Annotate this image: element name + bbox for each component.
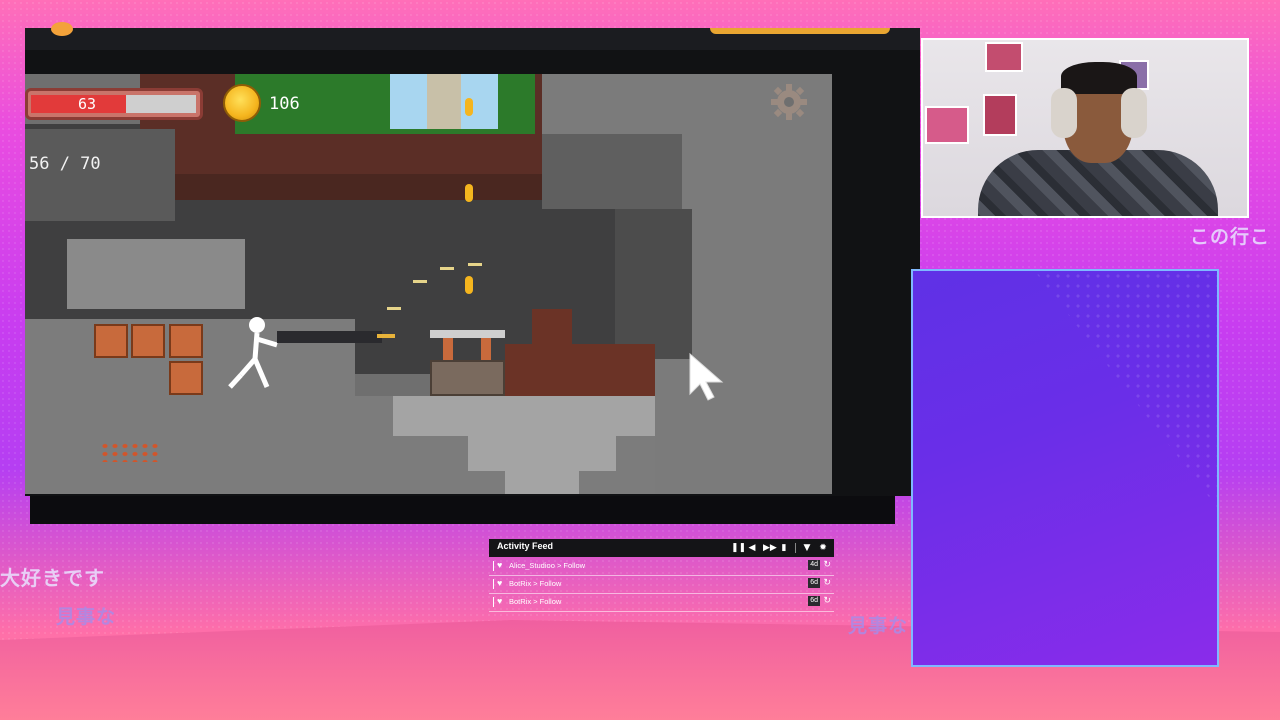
activity-age: 6d <box>808 578 820 588</box>
activity-text: Alice_Studioo > Follow <box>509 561 586 570</box>
stone-block <box>542 134 682 209</box>
ore-deposit <box>100 442 160 462</box>
tree-trunk <box>427 74 461 129</box>
health-bar-empty <box>126 95 196 113</box>
stone-block <box>25 129 175 221</box>
panel-pattern <box>1034 271 1217 508</box>
gear-icon[interactable]: ✹ <box>818 542 828 554</box>
activity-age: 6d <box>808 596 820 606</box>
stone-block <box>615 209 692 359</box>
bullet <box>413 280 427 283</box>
post <box>443 338 453 360</box>
heart-icon: ♥ <box>497 560 503 570</box>
pause-icon[interactable]: ❚❚ <box>731 542 746 554</box>
replay-icon[interactable]: ↻ <box>823 577 831 588</box>
gravel-block <box>505 471 579 494</box>
headphone-icon <box>1121 88 1147 138</box>
coin-count: 106 <box>269 94 300 114</box>
activity-text: BotRix > Follow <box>509 579 562 588</box>
heart-icon: ♥ <box>497 578 503 588</box>
bullet <box>387 307 401 310</box>
dirt-block <box>505 344 655 396</box>
crate <box>94 324 128 358</box>
overlay-text: 見事な <box>848 615 909 637</box>
stream-panel <box>911 269 1219 667</box>
overlay-text: この行こ <box>1190 226 1271 248</box>
storage-block <box>430 360 505 396</box>
gravel-block <box>468 436 616 471</box>
bullet <box>468 263 482 266</box>
activity-text: BotRix > Follow <box>509 597 562 606</box>
activity-feed-title: Activity Feed <box>497 541 554 551</box>
bullet <box>440 267 454 270</box>
filter-icon[interactable]: ▼ <box>802 542 812 554</box>
browser-tab-indicator <box>710 28 890 34</box>
wall-poster <box>925 106 969 144</box>
crate <box>131 324 165 358</box>
overlay-text: 大好きです <box>0 566 105 590</box>
torch <box>465 184 473 202</box>
player-character <box>228 317 278 389</box>
volume-icon[interactable]: ◀ <box>747 542 757 554</box>
ammo-counter: 56 / 70 <box>29 154 101 174</box>
browser-top-bar <box>25 22 920 50</box>
dirt-block <box>532 309 572 344</box>
wall-poster <box>983 94 1017 136</box>
torch <box>465 98 473 116</box>
skip-icon[interactable]: ▶▶ <box>763 542 777 554</box>
platform <box>430 330 505 338</box>
row-marker <box>493 597 494 607</box>
replay-icon[interactable]: ↻ <box>823 595 831 606</box>
activity-feed: Activity Feed ❚❚ ◀ ▶▶ ▮ ▼ ✹ ♥ Alice_Stud… <box>489 539 834 612</box>
dirt-block <box>175 174 542 200</box>
overlay-text: 見事な <box>56 606 117 628</box>
game-window: 63 106 56 / 70 <box>25 22 920 496</box>
minigun <box>277 331 382 343</box>
gravel-block <box>67 239 245 309</box>
activity-feed-header: Activity Feed ❚❚ ◀ ▶▶ ▮ ▼ ✹ <box>489 539 834 557</box>
activity-feed-controls: ❚❚ ◀ ▶▶ ▮ ▼ ✹ <box>731 542 828 554</box>
mouse-cursor-icon <box>689 352 724 401</box>
game-canvas[interactable]: 63 106 56 / 70 <box>25 74 832 494</box>
torch <box>465 276 473 294</box>
divider <box>795 543 796 553</box>
activity-feed-item[interactable]: ♥ Alice_Studioo > Follow 4d ↻ <box>489 557 834 576</box>
row-marker <box>493 561 494 571</box>
trash-icon[interactable]: ▮ <box>779 542 789 554</box>
gear-icon[interactable] <box>769 82 809 122</box>
gravel-block <box>393 396 655 436</box>
activity-feed-item[interactable]: ♥ BotRix > Follow 6d ↻ <box>489 575 834 594</box>
wall-poster <box>985 42 1023 72</box>
headphone-icon <box>1051 88 1077 138</box>
muzzle-flash <box>377 334 395 338</box>
crate <box>169 324 203 358</box>
heart-icon: ♥ <box>497 596 503 606</box>
health-bar: 63 <box>25 88 203 120</box>
activity-age: 4d <box>808 560 820 570</box>
post <box>481 338 491 360</box>
crate <box>169 361 203 395</box>
replay-icon[interactable]: ↻ <box>823 559 831 570</box>
taskbar <box>30 496 895 524</box>
health-value: 63 <box>78 95 97 113</box>
browser-logo-icon <box>51 22 73 36</box>
coin-icon <box>223 84 261 122</box>
webcam-feed <box>921 38 1249 218</box>
activity-feed-item[interactable]: ♥ BotRix > Follow 6d ↻ <box>489 593 834 612</box>
row-marker <box>493 579 494 589</box>
